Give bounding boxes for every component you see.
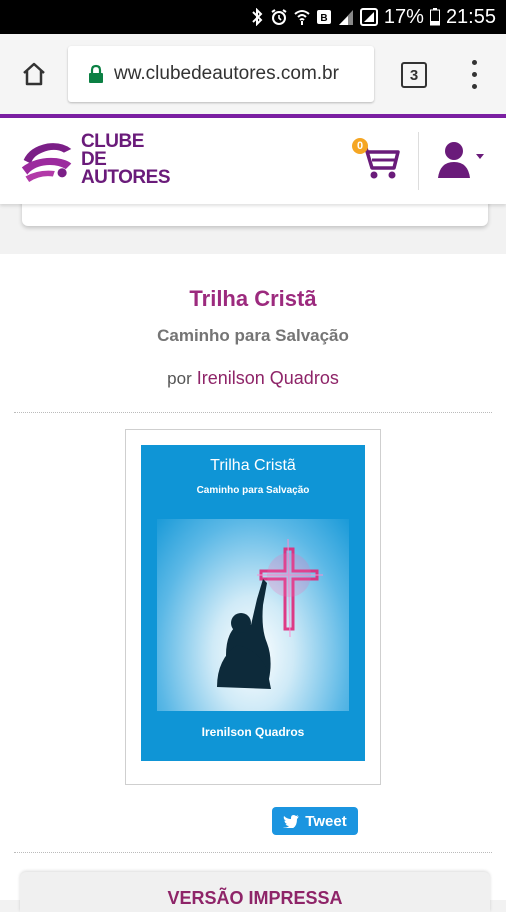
by-label: por — [167, 369, 192, 388]
divider — [14, 412, 492, 413]
logo-line1: CLUBE DE — [80, 131, 144, 170]
cover-author: Irenilson Quadros — [201, 725, 305, 739]
overflow-menu-button[interactable] — [466, 56, 482, 92]
tweet-button[interactable]: Tweet — [272, 807, 358, 835]
cart-count-badge: 0 — [352, 138, 368, 154]
menu-dot — [471, 59, 477, 65]
menu-dot — [471, 71, 477, 77]
logo-line2: AUTORES — [80, 167, 171, 188]
address-bar[interactable]: ww.clubedeautores.com.br — [68, 46, 374, 102]
menu-dot — [471, 83, 477, 89]
bluetooth-icon — [250, 8, 264, 26]
wifi-icon — [294, 8, 310, 26]
home-icon — [23, 62, 45, 86]
site-header: CLUBE DE AUTORES 0 — [0, 118, 506, 204]
battery-percent: 17% — [383, 5, 424, 28]
cross-illustration — [217, 538, 323, 689]
status-bar: B 17% 21:55 — [0, 0, 506, 34]
signal-icon — [338, 8, 354, 26]
lock-icon — [89, 64, 103, 83]
print-version-card[interactable]: VERSÃO IMPRESSA — [20, 872, 490, 912]
byline: por Irenilson Quadros — [0, 368, 506, 389]
data-icon: B — [316, 8, 332, 26]
book-subtitle: Caminho para Salvação — [157, 326, 349, 345]
cart-button[interactable]: 0 — [352, 138, 402, 180]
svg-text:B: B — [320, 13, 327, 24]
cover-illustration — [157, 519, 349, 711]
alarm-icon — [270, 8, 288, 26]
book-logo-icon — [21, 143, 72, 182]
twitter-bird-icon — [283, 815, 300, 828]
author-link[interactable]: Irenilson Quadros — [197, 368, 339, 388]
cover-title: Trilha Cristã — [210, 457, 296, 474]
header-divider — [418, 132, 419, 190]
tweet-label: Tweet — [305, 812, 347, 830]
print-version-label: VERSÃO IMPRESSA — [167, 888, 343, 908]
sim-icon — [359, 8, 378, 26]
book-cover: Trilha Cristã Caminho para Salvação Iren… — [141, 445, 365, 761]
battery-icon — [429, 8, 440, 26]
home-button[interactable] — [18, 58, 50, 90]
book-title: Trilha Cristã — [189, 286, 317, 311]
divider — [14, 852, 492, 853]
browser-toolbar: ww.clubedeautores.com.br 3 — [0, 34, 506, 114]
cover-subtitle: Caminho para Salvação — [196, 485, 310, 496]
book-cover-frame[interactable]: Trilha Cristã Caminho para Salvação Iren… — [125, 429, 381, 785]
url-text: ww.clubedeautores.com.br — [114, 63, 339, 84]
tab-switcher-button[interactable]: 3 — [401, 62, 427, 88]
user-menu-button[interactable] — [436, 138, 488, 180]
book-detail: Trilha Cristã Caminho para Salvação por … — [0, 254, 506, 912]
clock: 21:55 — [445, 5, 496, 28]
user-icon — [438, 142, 484, 178]
site-logo[interactable]: CLUBE DE AUTORES — [20, 131, 171, 188]
chevron-down-icon — [476, 154, 484, 159]
